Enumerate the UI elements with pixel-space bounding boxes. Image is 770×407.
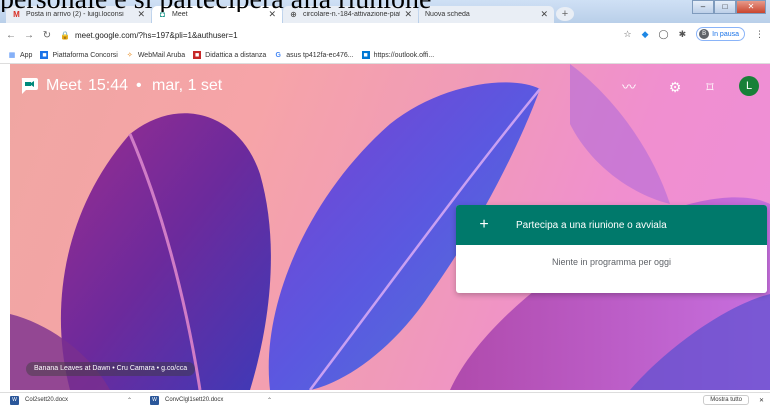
- meet-title: Meet: [46, 77, 82, 94]
- meet-header: Meet 15:44 • mar, 1 set 〰 ⚙ ⌑ L: [10, 64, 770, 109]
- address-bar[interactable]: 🔒 meet.google.com/?hs=197&pli=1&authuser…: [60, 31, 460, 40]
- window-controls: – □ ✕: [692, 0, 766, 14]
- chevron-up-icon[interactable]: ⌃: [127, 397, 132, 404]
- word-file-icon: W: [10, 395, 19, 405]
- tab-title: Meet: [172, 11, 188, 18]
- close-icon[interactable]: ✕: [268, 9, 276, 20]
- bookmark-webmail[interactable]: ✧ WebMail Aruba: [126, 51, 186, 60]
- bookmark-icon: ■: [40, 51, 49, 59]
- tab-circolare[interactable]: ⊕ circolare-n.-184-attivazione-piat ✕: [283, 6, 418, 23]
- menu-icon[interactable]: ⋮: [755, 29, 764, 40]
- lock-icon: 🔒: [60, 30, 70, 40]
- minimize-button[interactable]: –: [692, 0, 714, 14]
- meet-page: Meet 15:44 • mar, 1 set 〰 ⚙ ⌑ L + Partec…: [10, 64, 770, 390]
- apps-grid-icon: ▦: [8, 52, 16, 59]
- chevron-up-icon[interactable]: ⌃: [267, 397, 272, 404]
- extension-icon[interactable]: ◆: [642, 29, 649, 40]
- bookmark-label: https://outlook.offi...: [373, 51, 435, 59]
- join-meeting-label: Partecipa a una riunione o avviala: [516, 219, 667, 231]
- close-downloads-icon[interactable]: ✕: [759, 397, 764, 404]
- maximize-button[interactable]: □: [714, 0, 736, 14]
- bookmark-piattaforma[interactable]: ■ Piattaforma Concorsi: [40, 51, 118, 59]
- browser-toolbar: ← → ↻ 🔒 meet.google.com/?hs=197&pli=1&au…: [0, 23, 770, 47]
- new-tab-button[interactable]: +: [556, 7, 574, 21]
- bookmark-label: asus tp412fa-ec476...: [286, 51, 354, 59]
- bookmark-app[interactable]: ▦ App: [8, 51, 33, 60]
- gear-icon[interactable]: ⚙: [667, 79, 683, 95]
- close-icon[interactable]: ✕: [137, 9, 145, 20]
- meet-date: mar, 1 set: [152, 77, 223, 94]
- bookmarks-bar: ▦ App ■ Piattaforma Concorsi ✧ WebMail A…: [0, 47, 770, 64]
- meet-separator: •: [136, 77, 142, 94]
- join-card: + Partecipa a una riunione o avviala Nie…: [456, 205, 767, 293]
- meet-time: 15:44: [88, 77, 129, 94]
- close-icon[interactable]: ✕: [540, 9, 548, 20]
- webmail-icon: ✧: [126, 52, 133, 59]
- url-text: meet.google.com/?hs=197&pli=1&authuser=1: [74, 30, 238, 40]
- globe-icon: ⊕: [290, 10, 297, 19]
- show-all-button[interactable]: Mostra tutto: [703, 395, 749, 405]
- back-arrow-icon[interactable]: ←: [4, 30, 18, 41]
- tab-meet[interactable]: ◘ Meet ✕: [152, 6, 282, 23]
- tab-title: Nuova scheda: [425, 11, 470, 18]
- account-avatar[interactable]: L: [739, 76, 759, 96]
- tab-title: circolare-n.-184-attivazione-piat: [303, 11, 401, 18]
- quality-chart-icon[interactable]: 〰: [621, 79, 637, 95]
- extension-circle-icon[interactable]: ◯: [659, 29, 669, 40]
- join-meeting-button[interactable]: + Partecipa a una riunione o avviala: [456, 205, 767, 245]
- didattica-icon: ■: [193, 51, 202, 59]
- puzzle-icon[interactable]: ✱: [679, 29, 687, 40]
- profile-avatar: B: [699, 29, 710, 39]
- bookmark-outlook[interactable]: ■ https://outlook.offi...: [361, 51, 435, 59]
- star-icon[interactable]: ☆: [624, 29, 632, 40]
- download-item[interactable]: W ConvClgl1sett20.docx ⌃: [150, 395, 280, 405]
- google-icon: G: [275, 51, 281, 59]
- profile-button[interactable]: B In pausa: [696, 27, 745, 41]
- plus-icon: +: [479, 216, 489, 233]
- reload-icon[interactable]: ↻: [40, 30, 54, 41]
- outlook-icon: ■: [361, 51, 370, 59]
- word-file-icon: W: [150, 395, 159, 405]
- bookmark-label: Didattica a distanza: [205, 51, 267, 59]
- downloads-shelf: W Col2sett20.docx ⌃ W ConvClgl1sett20.do…: [0, 392, 770, 407]
- tab-gmail[interactable]: M Posta in arrivo (2) - luigi.loconsi ✕: [6, 6, 151, 23]
- close-icon[interactable]: ✕: [404, 9, 412, 20]
- photo-credit[interactable]: Banana Leaves at Dawn • Cru Camara • g.c…: [26, 362, 196, 376]
- bookmark-label: Piattaforma Concorsi: [52, 51, 118, 59]
- bookmark-label: WebMail Aruba: [137, 51, 186, 59]
- empty-schedule-message: Niente in programma per oggi: [551, 257, 672, 267]
- feedback-icon[interactable]: ⌑: [702, 79, 718, 95]
- bookmark-label: App: [20, 51, 33, 59]
- download-item[interactable]: W Col2sett20.docx ⌃: [10, 395, 140, 405]
- download-name: ConvClgl1sett20.docx: [165, 397, 224, 403]
- bookmark-asus[interactable]: G asus tp412fa-ec476...: [274, 51, 354, 59]
- tab-strip: M Posta in arrivo (2) - luigi.loconsi ✕ …: [0, 0, 770, 23]
- meet-icon: ◘: [160, 10, 165, 19]
- forward-arrow-icon[interactable]: →: [22, 30, 36, 41]
- tab-new[interactable]: Nuova scheda ✕: [419, 6, 554, 23]
- download-name: Col2sett20.docx: [25, 397, 69, 403]
- profile-label: In pausa: [712, 30, 739, 38]
- bookmark-didattica[interactable]: ■ Didattica a distanza: [193, 51, 266, 59]
- window-close-button[interactable]: ✕: [736, 0, 766, 14]
- meet-logo-icon: [21, 78, 38, 94]
- gmail-icon: M: [13, 10, 20, 19]
- tab-title: Posta in arrivo (2) - luigi.loconsi: [26, 11, 124, 18]
